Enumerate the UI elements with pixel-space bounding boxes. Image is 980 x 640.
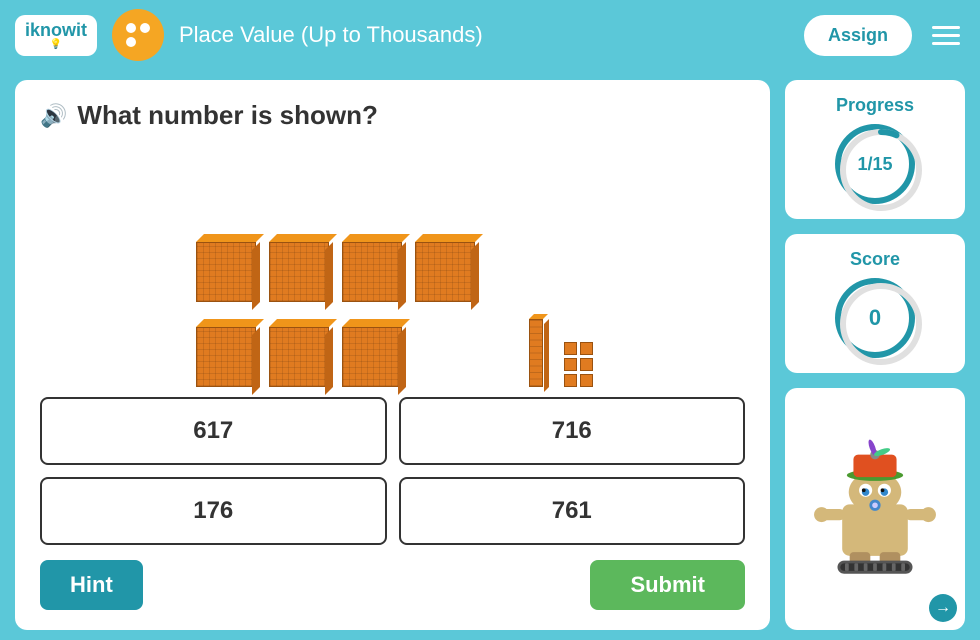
score-circle: 0 xyxy=(835,278,915,358)
one-block xyxy=(564,358,577,371)
cube-top xyxy=(269,319,337,327)
ones-row-1 xyxy=(564,342,593,355)
blocks-visual xyxy=(40,146,745,387)
one-block xyxy=(580,358,593,371)
dot3 xyxy=(126,37,136,47)
logo-lightbulb-icon: 💡 xyxy=(50,39,62,50)
menu-line-1 xyxy=(932,26,960,29)
app-header: iknowit 💡 Place Value (Up to Thousands) … xyxy=(0,0,980,70)
ones-group xyxy=(564,342,593,387)
cube-front xyxy=(196,242,256,302)
question-area: 🔊 What number is shown? xyxy=(40,100,745,131)
cube-block xyxy=(192,234,260,302)
cube-front xyxy=(415,242,475,302)
cube-top xyxy=(196,319,264,327)
assign-button[interactable]: Assign xyxy=(804,15,912,56)
hint-button[interactable]: Hint xyxy=(40,560,143,610)
cube-front xyxy=(342,242,402,302)
cube-side xyxy=(398,327,406,395)
question-panel: 🔊 What number is shown? xyxy=(15,80,770,630)
answer-button-617[interactable]: 617 xyxy=(40,397,387,465)
answer-button-761[interactable]: 761 xyxy=(399,477,746,545)
cube-side xyxy=(252,327,260,395)
ones-row-2 xyxy=(564,358,593,371)
score-card: Score 0 xyxy=(785,234,965,373)
cube-top xyxy=(342,234,410,242)
cube-top xyxy=(269,234,337,242)
answer-grid: 617 716 176 761 xyxy=(40,397,745,545)
one-block xyxy=(564,374,577,387)
submit-button[interactable]: Submit xyxy=(590,560,745,610)
progress-card: Progress 1/15 xyxy=(785,80,965,219)
robot-character xyxy=(810,434,940,584)
cube-side xyxy=(325,242,333,310)
cube-block xyxy=(338,234,406,302)
cube-block xyxy=(265,319,333,387)
cube-front xyxy=(342,327,402,387)
cube-top xyxy=(196,234,264,242)
logo: iknowit 💡 xyxy=(15,15,97,56)
one-block xyxy=(580,342,593,355)
logo-text: iknowit xyxy=(25,21,87,39)
ten-rod xyxy=(527,312,549,387)
hundreds-group xyxy=(192,222,512,387)
cube-side xyxy=(471,242,479,310)
cube-block xyxy=(265,234,333,302)
cube-side xyxy=(252,242,260,310)
cube-block xyxy=(192,319,260,387)
lesson-icon xyxy=(112,9,164,61)
right-panel: Progress 1/15 Score 0 xyxy=(785,80,965,630)
tens-group xyxy=(527,312,549,387)
ten-front xyxy=(529,319,543,387)
score-ring xyxy=(835,278,927,370)
cube-side xyxy=(398,242,406,310)
bottom-buttons: Hint Submit xyxy=(40,560,745,610)
menu-line-2 xyxy=(932,34,960,37)
score-label: Score xyxy=(850,249,900,270)
ones-row-3 xyxy=(564,374,593,387)
progress-ring xyxy=(835,124,927,216)
ten-top xyxy=(529,314,548,319)
answer-button-176[interactable]: 176 xyxy=(40,477,387,545)
one-block xyxy=(564,342,577,355)
cube-front xyxy=(269,327,329,387)
cube-top xyxy=(415,234,483,242)
question-text: What number is shown? xyxy=(77,100,377,131)
cube-block xyxy=(338,319,406,387)
speaker-icon[interactable]: 🔊 xyxy=(40,103,67,129)
answer-button-716[interactable]: 716 xyxy=(399,397,746,465)
menu-line-3 xyxy=(932,42,960,45)
cube-front xyxy=(196,327,256,387)
lesson-title: Place Value (Up to Thousands) xyxy=(179,22,789,48)
ten-side xyxy=(544,319,549,392)
cube-front xyxy=(269,242,329,302)
cube-block xyxy=(411,234,479,302)
progress-label: Progress xyxy=(836,95,914,116)
dot1 xyxy=(126,23,136,33)
next-arrow-button[interactable]: → xyxy=(929,594,957,622)
one-block xyxy=(580,374,593,387)
main-content: 🔊 What number is shown? xyxy=(0,70,980,640)
progress-circle: 1/15 xyxy=(835,124,915,204)
dots-icon xyxy=(126,23,150,47)
robot-card: → xyxy=(785,388,965,630)
menu-button[interactable] xyxy=(927,21,965,50)
dot2 xyxy=(140,23,150,33)
cube-top xyxy=(342,319,410,327)
cube-side xyxy=(325,327,333,395)
